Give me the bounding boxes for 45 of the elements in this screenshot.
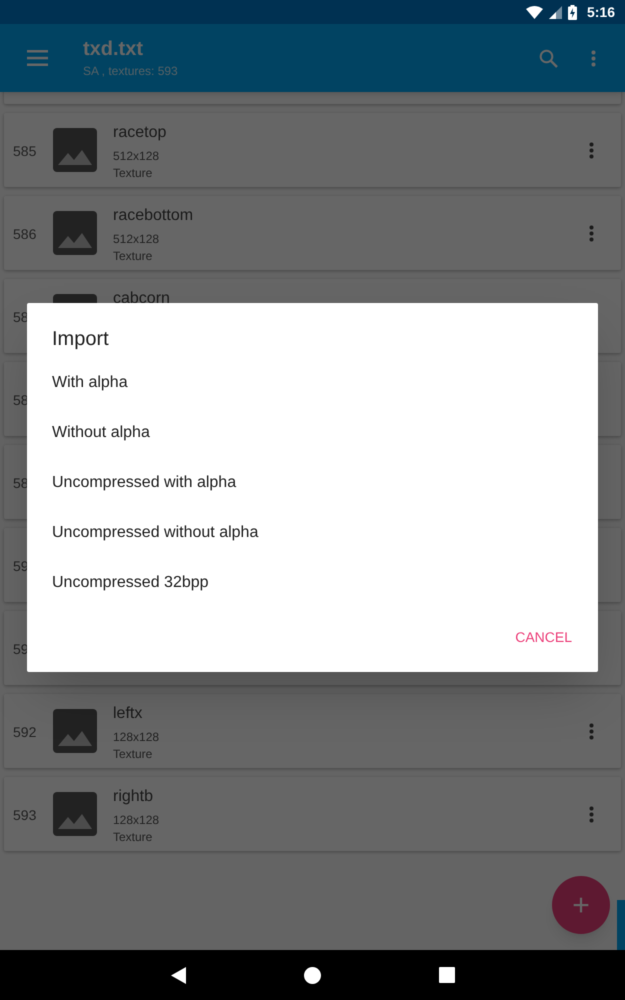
dialog-title: Import xyxy=(52,327,109,352)
texture-size: 128x128 xyxy=(113,729,160,746)
texture-card[interactable]: 592 leftx 128x128 Texture xyxy=(4,694,621,768)
app-subtitle: SA , textures: 593 xyxy=(83,63,178,80)
search-icon[interactable] xyxy=(539,48,558,68)
more-icon[interactable] xyxy=(591,50,596,66)
home-icon[interactable] xyxy=(304,966,320,984)
wifi-icon xyxy=(526,6,543,18)
recents-icon[interactable] xyxy=(438,967,454,983)
add-button[interactable]: + xyxy=(552,876,610,934)
texture-card[interactable]: 593 rightb 128x128 Texture xyxy=(4,777,621,851)
texture-name: racebottom xyxy=(113,206,194,226)
back-icon[interactable] xyxy=(170,966,186,984)
dialog-option[interactable]: Uncompressed with alpha xyxy=(52,474,236,491)
dialog-option[interactable]: Uncompressed 32bpp xyxy=(52,574,209,591)
row-number: 593 xyxy=(13,806,36,825)
texture-size: 512x128 xyxy=(113,148,160,165)
row-number: 592 xyxy=(13,723,36,742)
status-time: 5:16 xyxy=(586,2,615,22)
texture-card[interactable]: 585 racetop 512x128 Texture xyxy=(4,113,621,187)
texture-size: 512x128 xyxy=(113,231,160,248)
texture-type: Texture xyxy=(113,829,152,846)
texture-size: 128x128 xyxy=(113,812,160,829)
texture-card[interactable]: 586 racebottom 512x128 Texture xyxy=(4,196,621,270)
menu-icon[interactable] xyxy=(27,50,48,66)
more-icon[interactable] xyxy=(589,142,594,159)
battery-icon xyxy=(568,4,577,20)
row-number: 586 xyxy=(13,225,36,244)
row-number: 585 xyxy=(13,142,36,161)
more-icon[interactable] xyxy=(589,806,594,823)
dialog-option[interactable]: With alpha xyxy=(52,374,128,391)
texture-name: cabcorn xyxy=(113,289,170,309)
more-icon[interactable] xyxy=(589,723,594,740)
cancel-button[interactable]: CANCEL xyxy=(509,623,578,652)
signal-icon xyxy=(548,6,562,18)
texture-name: racetop xyxy=(113,123,166,143)
texture-name: rightb xyxy=(113,787,154,807)
texture-type: Texture xyxy=(113,248,152,265)
dialog-option[interactable]: Uncompressed without alpha xyxy=(52,524,258,541)
more-icon[interactable] xyxy=(589,225,594,242)
app-title: txd.txt xyxy=(83,37,144,62)
texture-name: leftx xyxy=(113,704,142,724)
dialog-option[interactable]: Without alpha xyxy=(52,424,150,441)
texture-type: Texture xyxy=(113,165,152,182)
texture-type: Texture xyxy=(113,746,152,763)
